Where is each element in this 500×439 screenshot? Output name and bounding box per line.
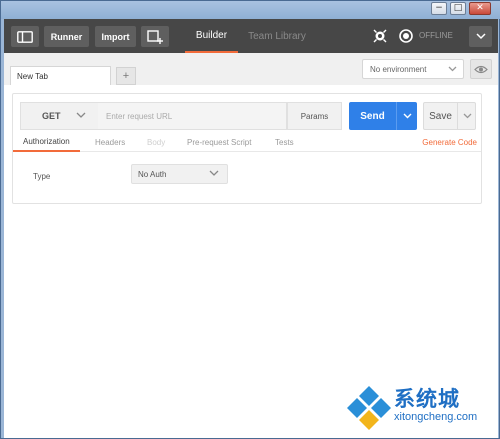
watermark: 系统城 xitongcheng.com <box>346 381 496 436</box>
postman-app: Runner Import Builder Team Library OFFLI… <box>4 19 498 438</box>
watermark-text: 系统城 <box>394 387 460 411</box>
auth-type-label: Type <box>33 172 51 181</box>
tab-headers[interactable]: Headers <box>95 132 125 152</box>
send-options-button[interactable] <box>396 102 417 130</box>
send-button[interactable]: Send <box>349 102 417 130</box>
chevron-down-icon <box>475 33 486 40</box>
eye-icon <box>474 65 488 73</box>
request-tab[interactable]: New Tab <box>10 66 111 86</box>
runner-button[interactable]: Runner <box>44 26 89 47</box>
chevron-down-icon <box>448 64 457 74</box>
tab-authorization[interactable]: Authorization <box>13 132 80 152</box>
sidebar-toggle-button[interactable] <box>11 26 39 47</box>
watermark-logo-icon <box>347 386 391 430</box>
auth-type-select[interactable]: No Auth <box>131 164 228 184</box>
window-titlebar: − □ ✕ <box>1 1 500 19</box>
watermark-url: xitongcheng.com <box>394 411 478 423</box>
auth-type-value: No Auth <box>138 170 167 179</box>
request-subtabs: Authorization Headers Body Pre-request S… <box>13 132 481 152</box>
settings-dropdown-button[interactable] <box>469 26 492 47</box>
minimize-button[interactable]: − <box>431 2 447 15</box>
maximize-button[interactable]: □ <box>450 2 466 15</box>
generate-code-link[interactable]: Generate Code <box>422 132 477 152</box>
method-label: GET <box>42 111 61 121</box>
import-button[interactable]: Import <box>95 26 136 47</box>
tab-pre-request-script[interactable]: Pre-request Script <box>187 132 251 152</box>
window-frame: − □ ✕ Runner Import Builder Team Library… <box>0 0 500 439</box>
send-label: Send <box>360 110 385 122</box>
tab-tests[interactable]: Tests <box>275 132 294 152</box>
environment-quick-look-button[interactable] <box>470 59 492 79</box>
request-card: GET Params Send Save <box>12 93 482 204</box>
chevron-down-icon <box>463 113 471 119</box>
tab-team-library[interactable]: Team Library <box>244 19 310 53</box>
close-button[interactable]: ✕ <box>469 2 491 15</box>
save-button[interactable]: Save <box>423 102 476 130</box>
interceptor-icon[interactable] <box>371 27 389 45</box>
params-button[interactable]: Params <box>287 102 342 130</box>
chevron-down-icon <box>76 110 86 121</box>
method-select[interactable]: GET <box>20 102 99 130</box>
new-window-icon <box>147 29 163 44</box>
new-window-button[interactable] <box>141 26 169 47</box>
request-url-input[interactable] <box>98 102 287 130</box>
app-toolbar: Runner Import Builder Team Library OFFLI… <box>4 19 498 53</box>
environment-label: No environment <box>370 65 427 74</box>
offline-status: OFFLINE <box>419 31 453 40</box>
tab-body[interactable]: Body <box>147 132 165 152</box>
chevron-down-icon <box>209 168 219 178</box>
sidebar-icon <box>17 30 33 43</box>
save-options-button[interactable] <box>457 103 476 129</box>
request-tab-strip: New Tab + No environment <box>4 53 498 86</box>
sync-icon[interactable] <box>397 27 415 45</box>
save-label: Save <box>429 110 452 122</box>
tab-builder[interactable]: Builder <box>185 19 238 53</box>
add-tab-button[interactable]: + <box>116 67 136 85</box>
environment-select[interactable]: No environment <box>362 59 464 79</box>
chevron-down-icon <box>403 113 411 119</box>
